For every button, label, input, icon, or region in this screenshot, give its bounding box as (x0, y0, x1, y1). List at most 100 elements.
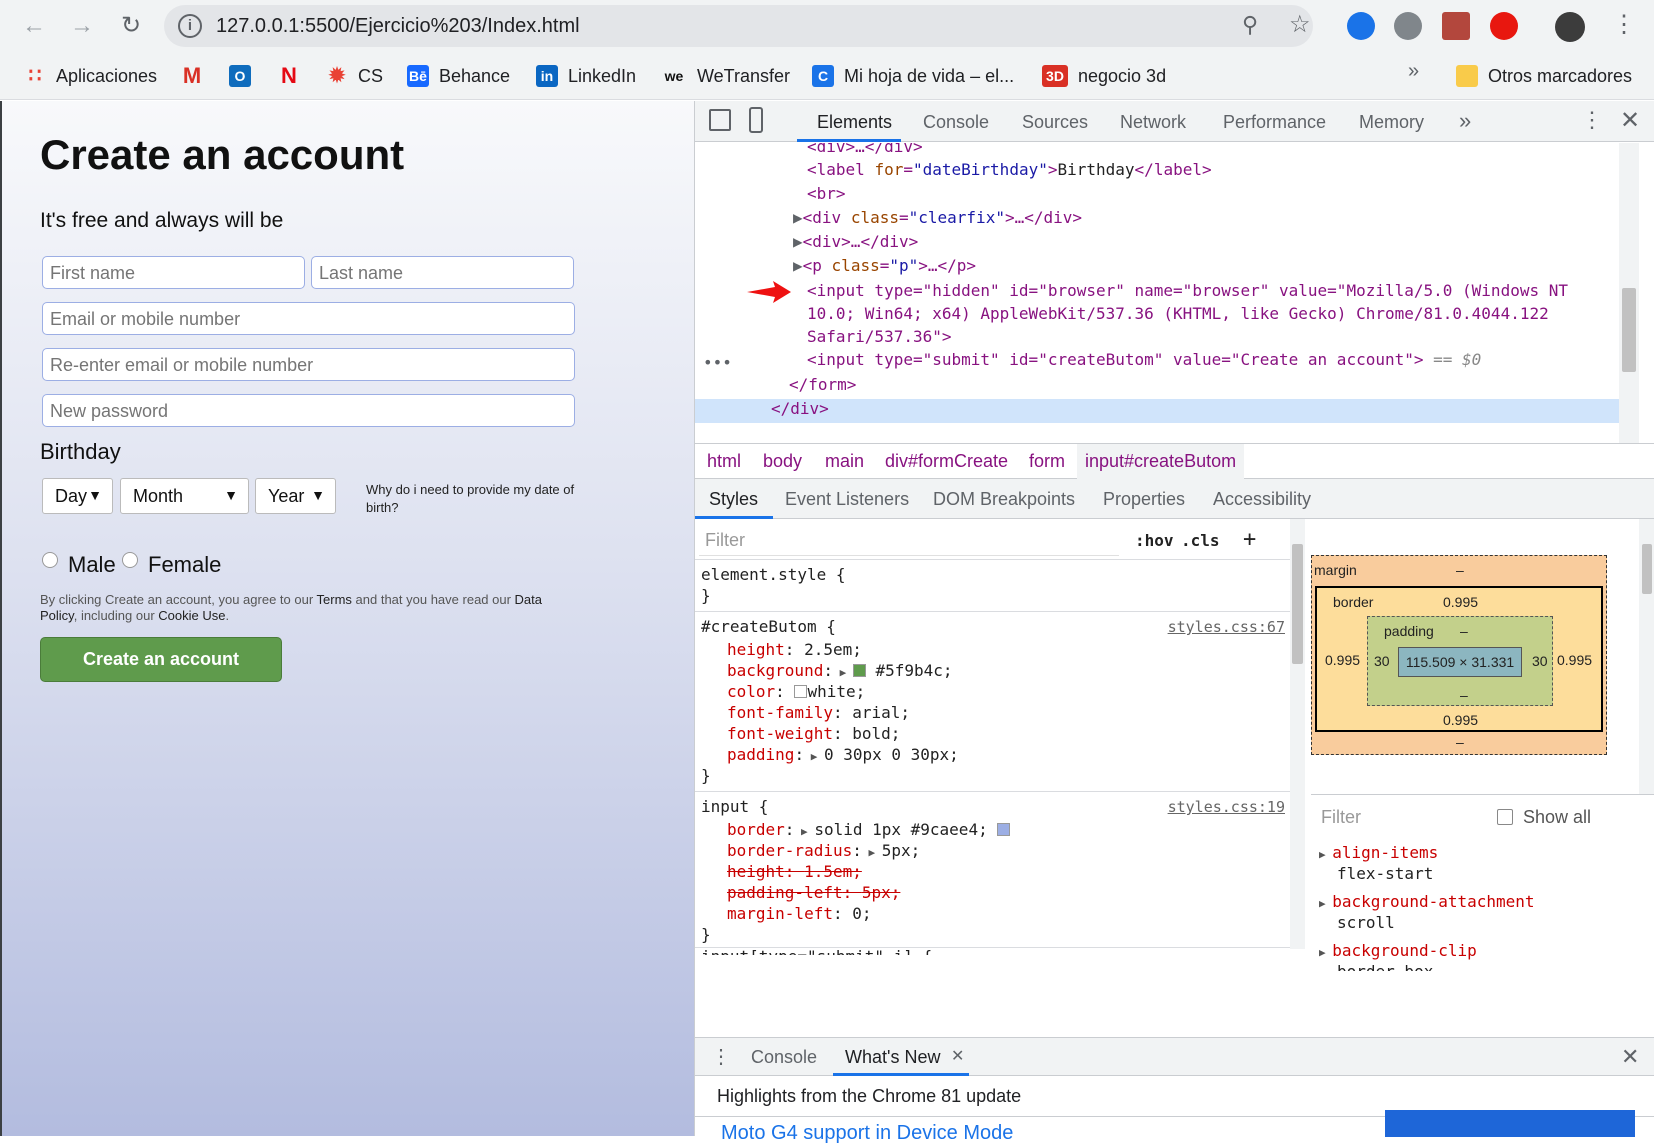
tab-accessibility[interactable]: Accessibility (1213, 489, 1311, 510)
css-property[interactable]: margin-left: 0; (727, 904, 872, 923)
inspect-element-icon[interactable] (709, 109, 731, 131)
bookmark-linkedin[interactable]: in LinkedIn (536, 61, 636, 91)
reload-icon[interactable]: ↻ (115, 10, 147, 42)
dom-node[interactable]: ▶<p class="p">…</p> (793, 256, 976, 275)
drawer-tab-whats-new[interactable]: What's New (845, 1047, 940, 1068)
first-name-input[interactable]: First name (42, 256, 305, 289)
scrollbar-thumb[interactable] (1622, 288, 1636, 372)
last-name-input[interactable]: Last name (311, 256, 574, 289)
tab-console[interactable]: Console (923, 112, 989, 133)
star-bookmark-icon[interactable]: ☆ (1289, 10, 1311, 39)
source-link[interactable]: styles.css:19 (1168, 798, 1285, 816)
bookmark-outlook[interactable]: O (229, 61, 261, 91)
show-all-checkbox[interactable] (1497, 809, 1513, 825)
cookie-use-link[interactable]: Cookie Use (158, 608, 225, 623)
female-radio[interactable] (122, 552, 138, 568)
css-property[interactable]: padding: ▶ 0 30px 0 30px; (727, 745, 959, 764)
color-swatch[interactable] (794, 685, 808, 698)
pdf-extension-icon[interactable] (1442, 12, 1470, 40)
day-select[interactable]: Day ▼ (42, 478, 113, 514)
expand-triangle-icon[interactable]: ▶ (793, 256, 803, 275)
css-property[interactable]: font-family: arial; (727, 703, 910, 722)
breadcrumb-active[interactable]: input#createButom (1077, 444, 1245, 479)
cls-toggle[interactable]: .cls (1181, 531, 1220, 550)
tab-network[interactable]: Network (1120, 112, 1186, 133)
dom-node[interactable]: </form> (789, 375, 856, 394)
new-rule-plus-icon[interactable]: + (1243, 527, 1256, 552)
scrollbar-thumb[interactable] (1292, 544, 1303, 664)
terms-link[interactable]: Terms (317, 592, 352, 607)
dom-node[interactable]: <label for="dateBirthday">Birthday</labe… (807, 160, 1212, 179)
dom-node[interactable]: ▶<div class="clearfix">…</div> (793, 208, 1082, 227)
dom-node-submit[interactable]: <input type="submit" id="createButom" va… (807, 350, 1481, 369)
tab-styles[interactable]: Styles (709, 489, 758, 510)
border-box[interactable]: border 0.995 0.995 0.995 0.995 padding –… (1315, 586, 1603, 732)
expand-triangle-icon[interactable]: ▶ (793, 208, 803, 227)
color-swatch[interactable] (852, 664, 866, 677)
tab-performance[interactable]: Performance (1223, 112, 1326, 133)
source-link[interactable]: styles.css:67 (1168, 618, 1285, 636)
tab-event-listeners[interactable]: Event Listeners (785, 489, 909, 510)
css-property[interactable]: border: ▶ solid 1px #9caee4; (727, 820, 1011, 839)
extension-icon[interactable] (1394, 12, 1422, 40)
other-bookmarks[interactable]: Otros marcadores (1456, 61, 1632, 91)
css-property[interactable]: font-weight: bold; (727, 724, 900, 743)
device-toolbar-icon[interactable] (749, 107, 763, 133)
computed-property[interactable]: ▶ background-clip (1319, 941, 1477, 960)
dom-node-hidden-input[interactable]: <input type="hidden" id="browser" name="… (807, 281, 1568, 300)
profile-avatar[interactable] (1555, 12, 1585, 42)
bookmark-netflix[interactable]: N (278, 61, 310, 91)
css-property-overridden[interactable]: padding-left: 5px; (727, 883, 900, 902)
adblock-icon[interactable] (1490, 12, 1518, 40)
tab-sources[interactable]: Sources (1022, 112, 1088, 133)
computed-property[interactable]: ▶ align-items (1319, 843, 1438, 862)
dom-scrollbar[interactable] (1619, 143, 1639, 443)
css-property[interactable]: height: 2.5em; (727, 640, 862, 659)
create-account-button[interactable]: Create an account (40, 637, 282, 682)
breadcrumb-main[interactable]: main (825, 451, 864, 472)
year-select[interactable]: Year ▼ (255, 478, 336, 514)
tab-elements[interactable]: Elements (817, 112, 892, 133)
breadcrumb-body[interactable]: body (763, 451, 802, 472)
zoom-out-icon[interactable]: ⚲ (1242, 12, 1258, 38)
css-property-overridden[interactable]: height: 1.5em; (727, 862, 862, 881)
content-box[interactable]: 115.509 × 31.331 (1398, 647, 1522, 677)
expand-triangle-icon[interactable]: ▶ (793, 232, 803, 251)
devtools-menu-icon[interactable]: ⋮ (1581, 107, 1603, 133)
bookmark-negocio-3d[interactable]: 3D negocio 3d (1042, 61, 1166, 91)
back-arrow-icon[interactable]: ← (18, 10, 50, 42)
breadcrumb-html[interactable]: html (707, 451, 741, 472)
drawer-tab-console[interactable]: Console (751, 1047, 817, 1068)
extension-icon[interactable] (1347, 12, 1375, 40)
more-tabs-icon[interactable]: » (1459, 108, 1471, 134)
address-bar[interactable]: i 127.0.0.1:5500/Ejercicio%203/Index.htm… (164, 5, 1313, 47)
close-devtools-icon[interactable]: ✕ (1620, 106, 1640, 135)
male-radio[interactable] (42, 552, 58, 568)
password-input[interactable]: New password (42, 394, 575, 427)
color-swatch[interactable] (997, 823, 1011, 836)
close-tab-icon[interactable]: ✕ (951, 1046, 964, 1066)
email-input[interactable]: Email or mobile number (42, 302, 575, 335)
selected-dom-row[interactable] (695, 399, 1623, 423)
dom-node[interactable]: <div>…</div> (807, 143, 923, 156)
tab-memory[interactable]: Memory (1359, 112, 1424, 133)
margin-box[interactable]: margin – – border 0.995 0.995 0.995 0.99… (1311, 555, 1607, 755)
close-drawer-icon[interactable]: ✕ (1621, 1044, 1639, 1070)
bookmark-apps[interactable]: ∷ Aplicaciones (24, 61, 157, 91)
css-property[interactable]: border-radius: ▶ 5px; (727, 841, 920, 860)
css-property[interactable]: color: white; (727, 682, 865, 701)
bookmark-cs[interactable]: ✹ CS (326, 61, 383, 91)
padding-box[interactable]: padding – 30 30 – 115.509 × 31.331 (1367, 616, 1553, 706)
drawer-menu-icon[interactable]: ⋮ (711, 1044, 731, 1069)
browser-menu-icon[interactable]: ⋮ (1612, 10, 1636, 39)
bookmark-wetransfer[interactable]: we WeTransfer (661, 61, 790, 91)
computed-property[interactable]: ▶ background-attachment (1319, 892, 1535, 911)
bookmark-gmail[interactable]: M (181, 61, 213, 91)
ellipsis-icon[interactable]: ••• (703, 353, 732, 372)
article-link[interactable]: Moto G4 support in Device Mode (721, 1122, 1013, 1145)
computed-filter-input[interactable]: Filter (1321, 807, 1361, 828)
dom-node[interactable]: <br> (807, 184, 846, 203)
styles-scrollbar[interactable] (1290, 519, 1305, 949)
dom-node[interactable]: </div> (771, 399, 829, 418)
css-property[interactable]: background: ▶ #5f9b4c; (727, 661, 953, 680)
